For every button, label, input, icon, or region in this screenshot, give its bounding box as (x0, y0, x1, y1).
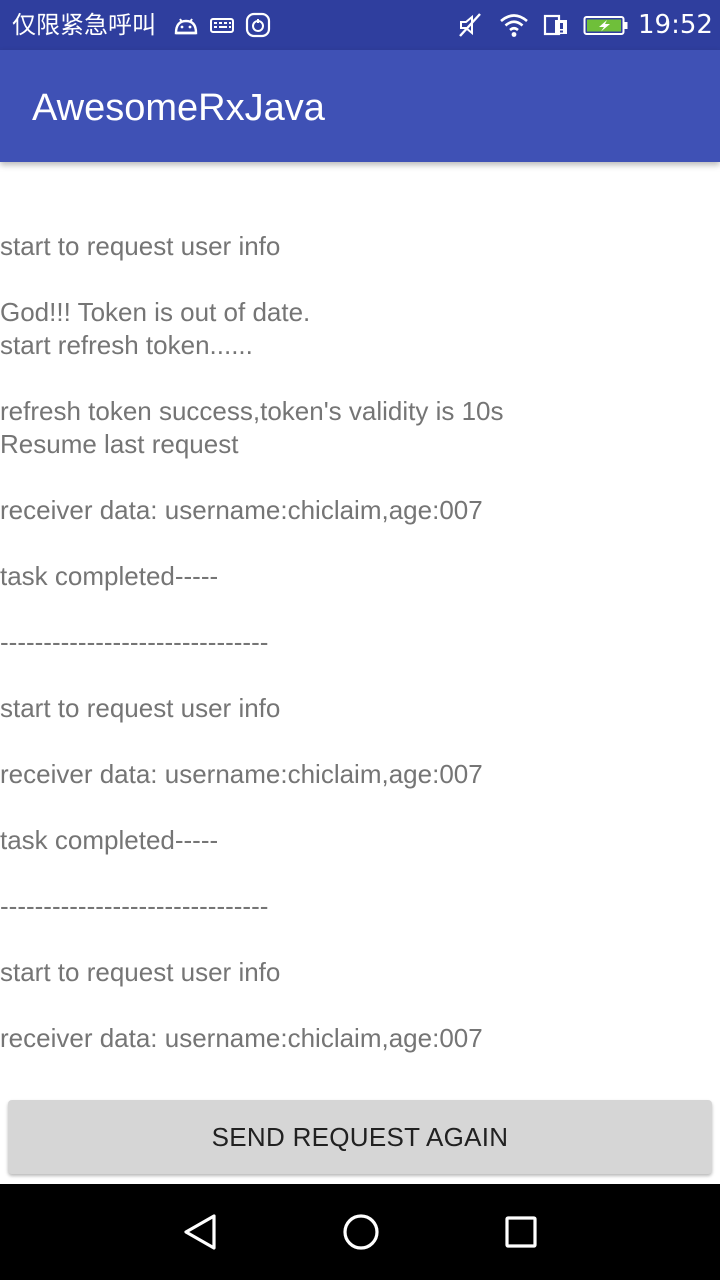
recents-icon[interactable] (489, 1200, 553, 1264)
log-spacer (0, 725, 720, 758)
log-spacer (0, 593, 720, 626)
log-line: ------------------------------- (0, 627, 269, 657)
app-icon (244, 11, 272, 39)
log-spacer (0, 263, 720, 296)
log-line: task completed----- (0, 561, 219, 591)
log-spacer (0, 659, 720, 692)
android-icon (172, 11, 200, 39)
log-line: task completed----- (0, 825, 219, 855)
log-spacer (0, 461, 720, 494)
log-spacer (0, 527, 720, 560)
keyboard-icon (208, 11, 236, 39)
log-line: receiver data: username:chiclaim,age:007 (0, 1023, 483, 1053)
navigation-bar (0, 1184, 720, 1280)
log-line: Resume last request (0, 429, 239, 459)
clock: 19:52 (638, 10, 713, 40)
home-icon[interactable] (329, 1200, 393, 1264)
log-line: start refresh token...... (0, 330, 253, 360)
back-icon[interactable] (168, 1200, 232, 1264)
log-spacer (0, 989, 720, 1022)
sim-icon (542, 11, 570, 39)
log-line: start to request user info (0, 231, 281, 261)
log-line: refresh token success,token's validity i… (0, 396, 504, 426)
wifi-icon (498, 11, 530, 39)
log-line: receiver data: username:chiclaim,age:007 (0, 759, 483, 789)
log-line: receiver data: username:chiclaim,age:007 (0, 495, 483, 525)
app-title: AwesomeRxJava (32, 87, 325, 129)
log-line: start to request user info (0, 693, 281, 723)
carrier-text: 仅限紧急呼叫 (12, 11, 156, 39)
log-line: ------------------------------- (0, 891, 269, 921)
log-spacer (0, 923, 720, 956)
log-line: start to request user info (0, 957, 281, 987)
log-spacer (0, 362, 720, 395)
log-spacer (0, 857, 720, 890)
battery-charging-icon (583, 11, 629, 39)
log-spacer (0, 791, 720, 824)
status-bar: 仅限紧急呼叫 19:52 (0, 0, 720, 50)
mute-icon (456, 11, 484, 39)
app-bar: AwesomeRxJava (0, 50, 720, 162)
log-output: start to request user info God!!! Token i… (0, 230, 720, 1055)
log-line: God!!! Token is out of date. (0, 297, 311, 327)
send-request-button[interactable]: SEND REQUEST AGAIN (8, 1100, 712, 1174)
